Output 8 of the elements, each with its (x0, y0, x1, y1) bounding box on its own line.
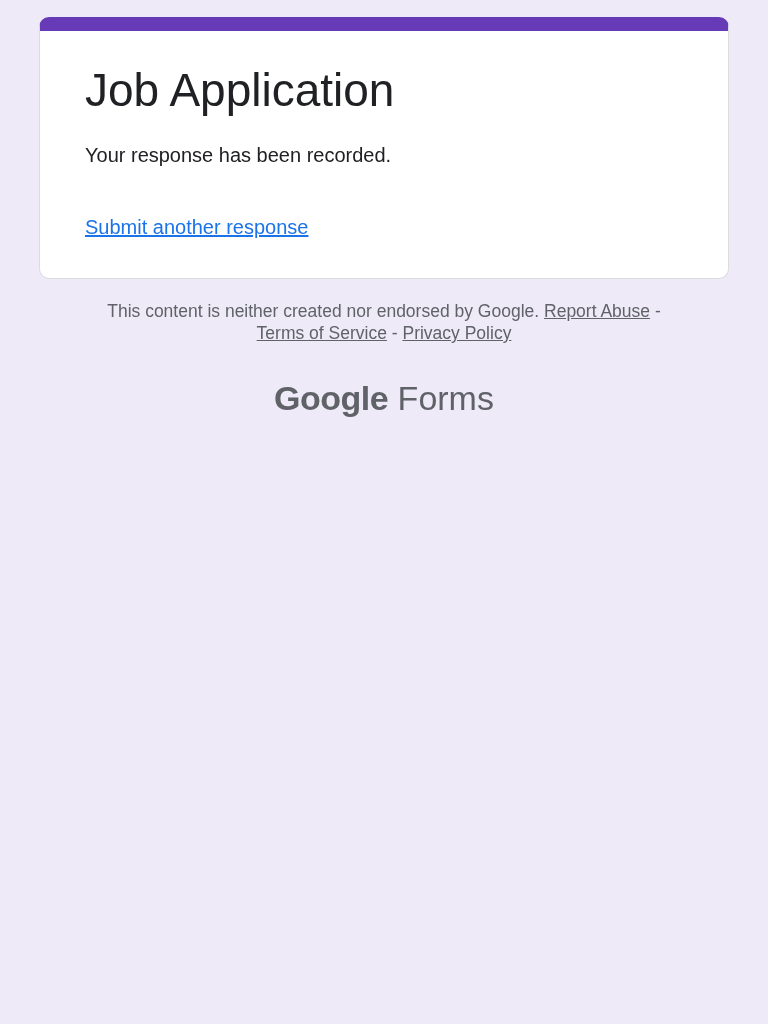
footer-disclaimer: This content is neither created nor endorsed by Google. Report Abuse - Terms of Service - Privacy Policy (106, 301, 662, 345)
footer-link[interactable]: Report Abuse (544, 301, 651, 322)
confirmation-message: Your response has been recorded. (85, 143, 393, 169)
submit-another-response-link[interactable]: Submit another response (85, 216, 309, 239)
footer-link[interactable]: Terms of Service (256, 323, 387, 344)
brand-logo: Google Forms (273, 377, 495, 419)
form-title: Job Application (85, 63, 396, 118)
footer-link[interactable]: Privacy Policy (402, 323, 512, 344)
